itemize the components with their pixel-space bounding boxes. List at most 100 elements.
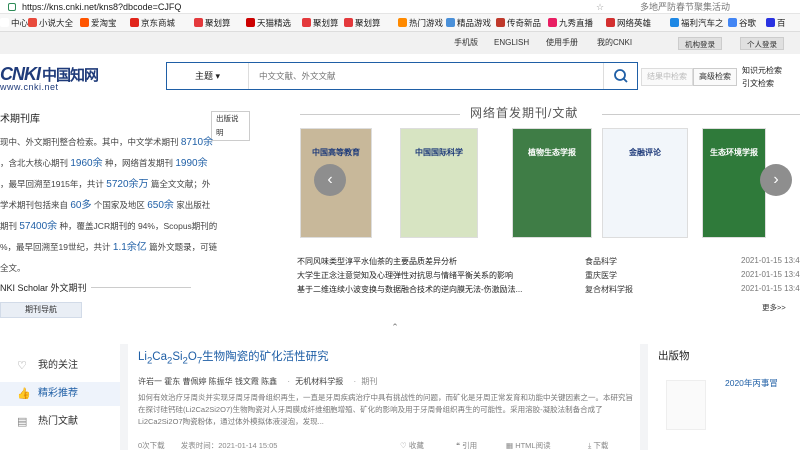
- publication-title[interactable]: 2020年丙事冒: [725, 377, 778, 389]
- download-icon: ⤓: [588, 441, 592, 450]
- journal-cover[interactable]: 金融评论: [602, 128, 688, 238]
- search-input[interactable]: [259, 63, 559, 89]
- bookmark-icon: [28, 18, 37, 27]
- inst-login-button[interactable]: 机构登录: [678, 37, 722, 50]
- sidebar-item-follow[interactable]: ♡ 我的关注: [0, 354, 120, 378]
- address-bar[interactable]: https://kns.cnki.net/kns8?dbcode=CJFQ ☆ …: [0, 0, 800, 14]
- title-part: Ca: [152, 351, 167, 363]
- intro-text: 学术期刊包括来自: [0, 200, 71, 210]
- cover-title: 植物生态学报: [528, 148, 576, 157]
- search-button[interactable]: [603, 63, 637, 89]
- cite-button[interactable]: ❝ 引用: [456, 440, 477, 451]
- bookmark-item[interactable]: 爱淘宝: [80, 14, 117, 32]
- result-search-button[interactable]: 结果中检索: [641, 68, 693, 86]
- chevron-up-icon[interactable]: ⌃: [389, 322, 401, 334]
- link-mobile[interactable]: 手机版: [454, 32, 478, 54]
- bookmark-item[interactable]: 天猫精选: [246, 14, 291, 32]
- knowledge-search-link[interactable]: 知识元检索: [742, 65, 782, 76]
- intro-text: %，最早回溯至19世纪，共计: [0, 242, 113, 252]
- sidebar-item-hot[interactable]: ▤ 热门文献: [0, 410, 120, 434]
- bookmark-icon: [496, 18, 505, 27]
- logo-text: CNKI: [0, 64, 41, 84]
- bookmark-label: 九秀直播: [559, 18, 594, 28]
- journal-cover[interactable]: 中国国际科学: [400, 128, 478, 238]
- url-text[interactable]: https://kns.cnki.net/kns8?dbcode=CJFQ: [22, 0, 181, 14]
- search-scope-select[interactable]: 主题 ▾: [167, 63, 249, 89]
- search-scope-label: 主题: [194, 71, 213, 81]
- bookmark-item[interactable]: 中心: [0, 14, 28, 32]
- download-button[interactable]: ⤓ 下载: [588, 440, 608, 451]
- scholar-title: NKI Scholar 外文期刊: [0, 278, 191, 298]
- heart-icon: ♡: [17, 360, 27, 372]
- scholar-title-text: NKI Scholar 外文期刊: [0, 283, 87, 293]
- publication-thumbnail[interactable]: [666, 380, 706, 430]
- journal-nav-button[interactable]: 期刊导航: [0, 302, 82, 318]
- bookmark-icon: [446, 18, 455, 27]
- bookmark-item[interactable]: 京东商城: [130, 14, 175, 32]
- bookmark-item[interactable]: 热门游戏: [398, 14, 443, 32]
- article-authors[interactable]: 许岩一 霍东 曹佩婷 陈振华 钱文霞 陈鑫: [138, 377, 277, 386]
- article-title-link[interactable]: Li2Ca2Si2O7生物陶瓷的矿化活性研究: [138, 348, 329, 366]
- bookmark-icon: [766, 18, 775, 27]
- bookmarks-bar: 中心 小说大全 爱淘宝 京东商城 聚划算 天猫精选 聚划算 聚划算 热门游戏 精品游戏 传奇新品 九秀…: [0, 14, 800, 32]
- bookmark-item[interactable]: 谷歌: [728, 14, 756, 32]
- article-title[interactable]: 大学生正念注意觉知及心理弹性对抗思与情绪平衡关系的影响: [297, 271, 513, 280]
- bookmark-item[interactable]: 精品游戏: [446, 14, 491, 32]
- cover-title: 生态环境学报: [710, 148, 758, 157]
- html-read-label: HTML阅读: [515, 441, 551, 450]
- bookmark-item[interactable]: 网络英雄: [606, 14, 651, 32]
- link-english[interactable]: ENGLISH: [494, 32, 529, 54]
- bookmark-item[interactable]: 福利汽车之: [670, 14, 724, 32]
- intro-text: 篇全文文献；外: [148, 179, 211, 189]
- bookmark-item[interactable]: 聚划算: [344, 14, 381, 32]
- divider: [602, 114, 800, 115]
- featured-title: 网络首发期刊/文献: [470, 106, 579, 120]
- intro-line: ，最早回溯至1915年，共计 5720余万 篇全文文献；外: [0, 174, 248, 195]
- recommend-sidebar: ♡ 我的关注 👍 精彩推荐 ▤ 热门文献: [0, 344, 120, 450]
- intro-number: 8710余: [180, 137, 214, 148]
- article-date: 2021-01-15 13:43:03: [741, 256, 800, 265]
- next-arrow-icon[interactable]: ›: [760, 164, 792, 196]
- bookmark-item[interactable]: 传奇新品: [496, 14, 541, 32]
- cover-title: 中国高等教育: [312, 148, 360, 157]
- title-part: Li: [138, 351, 147, 363]
- html-icon: ▦: [506, 441, 514, 450]
- article-category: 重庆医学: [585, 271, 617, 280]
- journal-cover[interactable]: 生态环境学报: [702, 128, 766, 238]
- featured-article[interactable]: 基于二维连续小波变换与数据融合技术的逆向膜无法-伤激励法... 复合材料学报 202…: [297, 284, 800, 295]
- advanced-search-button[interactable]: 高级检索: [693, 68, 737, 86]
- intro-text: 篇外文题录，可链: [146, 242, 218, 252]
- bookmark-label: 热门游戏: [409, 18, 444, 28]
- link-manual[interactable]: 使用手册: [546, 32, 578, 54]
- bookmark-icon: [606, 18, 615, 27]
- collect-button[interactable]: ♡ 收藏: [400, 440, 424, 451]
- featured-article[interactable]: 大学生正念注意觉知及心理弹性对抗思与情绪平衡关系的影响 重庆医学 2021-01-1…: [297, 270, 800, 281]
- intro-text: ，最早回溯至1915年，共计: [0, 179, 107, 189]
- bookmark-label: 京东商城: [141, 18, 176, 28]
- prev-arrow-icon[interactable]: ‹: [314, 164, 346, 196]
- search-icon: [614, 69, 628, 83]
- intro-line: 期刊 57400余 种，覆盖JCR期刊的 94%，Scopus期刊的: [0, 216, 248, 237]
- personal-login-button[interactable]: 个人登录: [740, 37, 784, 50]
- bookmark-icon: [728, 18, 737, 27]
- intro-text: 种，网络首发期刊: [102, 158, 176, 168]
- bookmark-item[interactable]: 聚划算: [194, 14, 231, 32]
- bookmark-item[interactable]: 小说大全: [28, 14, 73, 32]
- bookmark-item[interactable]: 九秀直播: [548, 14, 593, 32]
- featured-article[interactable]: 不同风味类型淳平水仙茶的主要品质差异分析 食品科学 2021-01-15 13:43…: [297, 256, 800, 267]
- bookmark-item[interactable]: 百: [766, 14, 786, 32]
- html-read-button[interactable]: ▦ HTML阅读: [506, 440, 551, 451]
- journal-cover[interactable]: 植物生态学报: [512, 128, 592, 238]
- article-journal[interactable]: 无机材料学报: [295, 377, 343, 386]
- link-my-cnki[interactable]: 我的CNKI: [597, 32, 632, 54]
- bookmark-icon: [130, 18, 139, 27]
- article-title[interactable]: 基于二维连续小波变换与数据融合技术的逆向膜无法-伤激励法...: [297, 285, 522, 294]
- article-title[interactable]: 不同风味类型淳平水仙茶的主要品质差异分析: [297, 257, 457, 266]
- bookmark-item[interactable]: 聚划算: [302, 14, 339, 32]
- search-suggestion[interactable]: 多地严防春节聚集活动: [640, 0, 730, 14]
- more-link[interactable]: 更多>>: [762, 302, 786, 313]
- sidebar-item-featured[interactable]: 👍 精彩推荐: [0, 382, 120, 406]
- star-icon[interactable]: ☆: [596, 0, 604, 14]
- article-date: 2021-01-15 13:42:24: [741, 270, 800, 279]
- citation-search-link[interactable]: 引文检索: [742, 78, 774, 89]
